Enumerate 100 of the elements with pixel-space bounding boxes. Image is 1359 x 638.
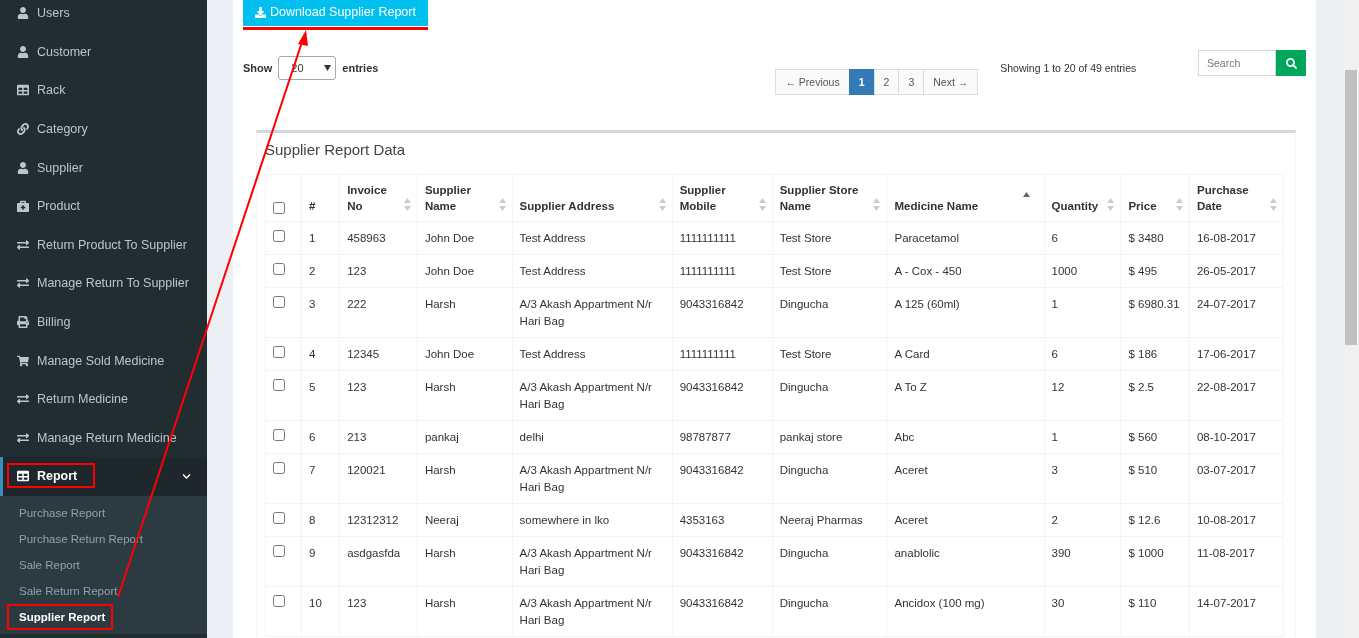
row-checkbox[interactable] xyxy=(273,263,285,275)
table-cell: Test Store xyxy=(779,348,832,360)
table-cell: pankaj xyxy=(424,431,459,443)
table-cell: 1111111111 xyxy=(679,348,736,360)
table-cell: Test Address xyxy=(519,232,586,244)
download-icon xyxy=(255,6,266,18)
submenu-item[interactable]: Sale Report xyxy=(0,551,207,578)
row-checkbox[interactable] xyxy=(273,296,285,308)
sidebar-item[interactable]: Rack xyxy=(0,71,207,110)
table-cell: 26-05-2017 xyxy=(1196,265,1256,277)
search-button[interactable] xyxy=(1276,50,1306,76)
table-cell: 03-07-2017 xyxy=(1196,464,1256,476)
table-cell: 6 xyxy=(1051,232,1058,244)
table-cell: John Doe xyxy=(424,265,475,277)
search-field[interactable]: Search xyxy=(1198,50,1276,76)
printer-icon xyxy=(17,316,29,329)
table-cell: John Doe xyxy=(424,348,475,360)
page-link[interactable]: ← Previous xyxy=(775,69,850,95)
table-cell: 9043316842 xyxy=(679,464,744,476)
table-cell: somewhere in lko xyxy=(519,514,610,526)
table-cell: asdgasfda xyxy=(347,547,401,559)
sidebar-item[interactable]: Billing xyxy=(0,302,207,342)
table-cell: anablolic xyxy=(894,547,940,559)
page-link[interactable]: 2 xyxy=(873,69,900,95)
table-cell: Test Store xyxy=(779,265,832,277)
page-link[interactable]: 3 xyxy=(898,69,925,95)
page-link[interactable]: 1 xyxy=(848,69,875,95)
table-cell: 1000 xyxy=(1051,265,1078,277)
table-cell: 10-08-2017 xyxy=(1196,514,1256,526)
table-cell: Test Address xyxy=(519,265,586,277)
row-checkbox[interactable] xyxy=(273,429,285,441)
sidebar-item[interactable]: Return Product To Supplier xyxy=(0,225,207,265)
dropdown-arrow-icon xyxy=(324,65,332,71)
sidebar-item[interactable]: Manage Return To Supplier xyxy=(0,264,207,303)
table-cell: 12 xyxy=(1051,381,1065,393)
select-all-checkbox[interactable] xyxy=(273,202,285,214)
link-icon xyxy=(17,123,29,136)
table-cell: 9043316842 xyxy=(679,547,744,559)
sidebar-item[interactable]: Supplier xyxy=(0,148,207,187)
row-checkbox[interactable] xyxy=(273,346,285,358)
table-cell: Dingucha xyxy=(779,381,829,393)
column-header[interactable]: Purchase Date xyxy=(1189,174,1284,222)
column-header[interactable]: Supplier Mobile xyxy=(672,174,773,222)
column-header[interactable]: Supplier Address xyxy=(512,174,673,222)
sidebar-item[interactable]: Users xyxy=(0,0,207,33)
table-cell: 30 xyxy=(1051,597,1065,609)
table-cell: 24-07-2017 xyxy=(1196,298,1256,310)
sidebar-item[interactable]: Customer xyxy=(0,32,207,72)
column-header[interactable]: Supplier Store Name xyxy=(772,174,887,222)
sidebar-item[interactable]: Report xyxy=(0,457,207,496)
row-checkbox[interactable] xyxy=(273,545,285,557)
scrollbar-thumb[interactable] xyxy=(1345,70,1357,345)
table-cell: 22-08-2017 xyxy=(1196,381,1256,393)
column-header[interactable]: Medicine Name xyxy=(886,174,1045,222)
table-cell: 16-08-2017 xyxy=(1196,232,1256,244)
medkit-icon xyxy=(17,200,29,213)
sort-icon xyxy=(1270,198,1277,211)
table-cell: 1 xyxy=(1051,431,1058,443)
row-checkbox[interactable] xyxy=(273,379,285,391)
table-cell: Abc xyxy=(894,431,915,443)
table-cell: A To Z xyxy=(894,381,927,393)
table-cell: Neeraj xyxy=(424,514,459,526)
table-cell: 222 xyxy=(347,298,367,310)
sidebar-item[interactable]: Product xyxy=(0,186,207,226)
sidebar-item[interactable]: Manage Sold Medicine xyxy=(0,341,207,380)
table-cell: A 125 (60ml) xyxy=(894,298,960,310)
table-cell: 9 xyxy=(309,547,316,559)
table-cell: Harsh xyxy=(424,298,456,310)
column-header[interactable]: # xyxy=(301,174,340,222)
sidebar-item[interactable]: Return Medicine xyxy=(0,379,207,419)
row-checkbox[interactable] xyxy=(273,512,285,524)
submenu-item[interactable]: Supplier Report xyxy=(0,603,207,630)
table-cell: 9043316842 xyxy=(679,298,744,310)
table-cell: Harsh xyxy=(424,464,456,476)
table-cell: 4 xyxy=(309,348,316,360)
row-checkbox[interactable] xyxy=(273,462,285,474)
table-cell: 1 xyxy=(309,232,316,244)
row-checkbox[interactable] xyxy=(273,230,285,242)
table-cell: 8 xyxy=(309,514,316,526)
column-header[interactable]: Price xyxy=(1120,174,1190,222)
table-cell: Dingucha xyxy=(779,298,829,310)
table-cell: $ 2.5 xyxy=(1128,381,1154,393)
table-cell: 9043316842 xyxy=(679,597,744,609)
table-cell: delhi xyxy=(519,431,544,443)
page-link[interactable]: Next → xyxy=(923,69,979,95)
column-header[interactable]: Invoice No xyxy=(339,174,418,222)
table-cell: 1111111111 xyxy=(679,265,736,277)
sidebar-item[interactable]: Category xyxy=(0,109,207,149)
submenu-item[interactable]: Purchase Report xyxy=(0,499,207,526)
table-cell: A/3 Akash Appartment N/r Hari Bag xyxy=(519,597,652,626)
table-cell: 123 xyxy=(347,597,367,609)
submenu-item[interactable]: Sale Return Report xyxy=(0,577,207,604)
column-header[interactable]: Supplier Name xyxy=(417,174,513,222)
table-cell: Harsh xyxy=(424,381,456,393)
table-cell: 08-10-2017 xyxy=(1196,431,1256,443)
column-header[interactable]: Quantity xyxy=(1044,174,1121,222)
table-cell: Neeraj Pharmas xyxy=(779,514,863,526)
table-cell: Ancidox (100 mg) xyxy=(894,597,985,609)
row-checkbox[interactable] xyxy=(273,595,285,607)
exchange-icon xyxy=(17,238,29,251)
